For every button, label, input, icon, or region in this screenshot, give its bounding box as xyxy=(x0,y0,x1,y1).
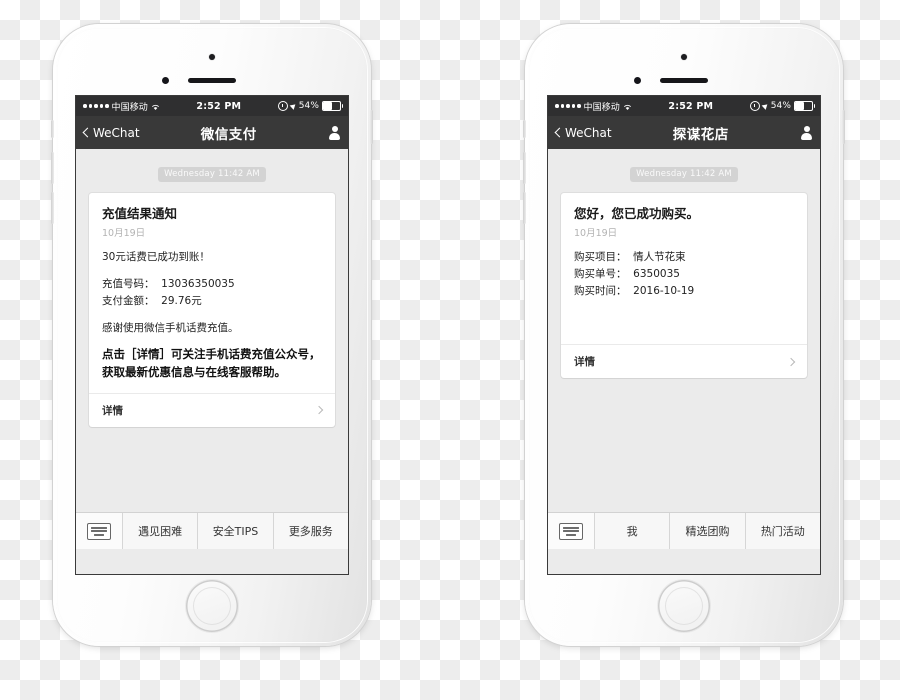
location-arrow-icon xyxy=(289,102,298,110)
battery-icon xyxy=(322,101,343,111)
wifi-icon xyxy=(151,103,160,112)
screen-left: 中国移动 2:52 PM 54% WeChat 微信支付 Wednesday 1… xyxy=(76,96,348,574)
chat-message-list: Wednesday 11:42 AM 充值结果通知 10月19日 30元话费已成… xyxy=(76,161,348,549)
message-card-date: 10月19日 xyxy=(574,228,618,240)
navigation-bar: WeChat 探谋花店 xyxy=(548,116,820,149)
location-arrow-icon xyxy=(761,102,770,110)
front-camera-icon xyxy=(209,54,215,60)
proximity-sensor-icon xyxy=(634,77,641,84)
page-title: 微信支付 xyxy=(200,126,257,143)
mute-switch[interactable] xyxy=(51,120,54,138)
message-timestamp: Wednesday 11:42 AM xyxy=(548,161,820,182)
power-button[interactable] xyxy=(370,110,373,144)
message-card-detail-link[interactable]: 详情 xyxy=(561,344,807,378)
mute-switch[interactable] xyxy=(523,120,526,138)
message-card-body: 充值结果通知 10月19日 30元话费已成功到账！ 充值号码： 13036350… xyxy=(89,193,335,393)
toolbar-item-1[interactable]: 安全TIPS xyxy=(198,513,274,549)
carrier-label: 中国移动 xyxy=(583,102,620,113)
message-card-title: 您好，您已成功购买。 xyxy=(574,205,700,221)
volume-down-button[interactable] xyxy=(51,192,54,224)
status-bar-right: 54% xyxy=(277,101,343,111)
status-bar-left: 中国移动 xyxy=(83,100,160,113)
message-card-detail-link[interactable]: 详情 xyxy=(89,392,335,427)
volume-up-button[interactable] xyxy=(523,152,526,184)
signal-strength-icon xyxy=(83,104,109,108)
signal-strength-icon xyxy=(555,104,581,108)
home-button[interactable] xyxy=(658,580,710,632)
toolbar-item-0[interactable]: 我 xyxy=(595,513,671,549)
keyboard-icon xyxy=(87,522,111,540)
message-card[interactable]: 充值结果通知 10月19日 30元话费已成功到账！ 充值号码： 13036350… xyxy=(89,192,335,427)
back-button-label: WeChat xyxy=(93,125,140,140)
message-card-title: 充值结果通知 xyxy=(102,205,178,221)
message-timestamp: Wednesday 11:42 AM xyxy=(76,161,348,182)
bottom-toolbar: 我 精选团购 热门活动 xyxy=(548,512,820,549)
battery-icon xyxy=(794,101,815,111)
back-button-label: WeChat xyxy=(565,125,612,140)
status-bar-clock: 2:52 PM xyxy=(668,100,714,112)
volume-down-button[interactable] xyxy=(523,192,526,224)
message-card-note: 点击［详情］可关注手机话费充值公众号，获取最新优惠信息与在线客服帮助。 xyxy=(102,346,321,379)
message-card-date: 10月19日 xyxy=(102,228,146,240)
message-card-body: 您好，您已成功购买。 10月19日 购买项目： 情人节花束 购买单号： 6350… xyxy=(561,193,807,345)
keyboard-toggle-button[interactable] xyxy=(548,513,595,549)
wifi-icon xyxy=(623,103,632,112)
alarm-clock-icon xyxy=(277,101,288,111)
canvas: 中国移动 2:52 PM 54% WeChat 微信支付 Wednesday 1… xyxy=(0,0,900,700)
status-bar-clock: 2:52 PM xyxy=(196,100,242,112)
chat-message-list: Wednesday 11:42 AM 您好，您已成功购买。 10月19日 购买项… xyxy=(548,161,820,549)
message-card-field: 购买时间： 2016-10-19 xyxy=(574,285,695,298)
keyboard-toggle-button[interactable] xyxy=(76,513,123,549)
keyboard-icon xyxy=(559,522,583,540)
message-card-fields: 购买项目： 情人节花束 购买单号： 6350035 购买时间： 2016-10-… xyxy=(574,249,794,300)
phone-device-right: 中国移动 2:52 PM 54% WeChat 探谋花店 Wednesday 1… xyxy=(523,24,845,646)
message-card-fields: 充值号码： 13036350035 支付金额： 29.76元 xyxy=(102,276,322,310)
message-card-summary: 30元话费已成功到账！ xyxy=(102,251,210,264)
home-button[interactable] xyxy=(186,580,238,632)
toolbar-item-1[interactable]: 精选团购 xyxy=(670,513,746,549)
earpiece-speaker xyxy=(660,78,708,83)
carrier-label: 中国移动 xyxy=(111,102,148,113)
alarm-clock-icon xyxy=(749,101,760,111)
toolbar-item-2[interactable]: 更多服务 xyxy=(274,513,348,549)
status-bar: 中国移动 2:52 PM 54% xyxy=(76,96,348,116)
message-card-thanks: 感谢使用微信手机话费充值。 xyxy=(102,321,239,334)
message-timestamp-label: Wednesday 11:42 AM xyxy=(158,166,266,182)
proximity-sensor-icon xyxy=(162,77,169,84)
message-card-detail-label: 详情 xyxy=(102,404,123,417)
page-title: 探谋花店 xyxy=(672,126,729,143)
front-camera-icon xyxy=(681,54,687,60)
toolbar-item-0[interactable]: 遇见困难 xyxy=(123,513,199,549)
message-card-field: 购买项目： 情人节花束 xyxy=(574,251,686,264)
contact-profile-button[interactable] xyxy=(318,126,340,140)
back-button[interactable]: WeChat xyxy=(82,125,140,140)
status-bar-right: 54% xyxy=(749,101,815,111)
battery-percent-label: 54% xyxy=(298,101,319,111)
contact-person-icon xyxy=(329,126,340,140)
bottom-toolbar: 遇见困难 安全TIPS 更多服务 xyxy=(76,512,348,549)
message-card-field: 支付金额： 29.76元 xyxy=(102,294,202,307)
navigation-bar: WeChat 微信支付 xyxy=(76,116,348,149)
toolbar-item-2[interactable]: 热门活动 xyxy=(746,513,820,549)
message-card-field: 充值号码： 13036350035 xyxy=(102,277,235,290)
message-timestamp-label: Wednesday 11:42 AM xyxy=(630,166,738,182)
chevron-right-icon xyxy=(786,357,796,367)
battery-percent-label: 54% xyxy=(770,101,791,111)
earpiece-speaker xyxy=(188,78,236,83)
status-bar-left: 中国移动 xyxy=(555,100,632,113)
message-card[interactable]: 您好，您已成功购买。 10月19日 购买项目： 情人节花束 购买单号： 6350… xyxy=(561,192,807,379)
status-bar: 中国移动 2:52 PM 54% xyxy=(548,96,820,116)
screen-right: 中国移动 2:52 PM 54% WeChat 探谋花店 Wednesday 1… xyxy=(548,96,820,574)
contact-profile-button[interactable] xyxy=(790,126,812,140)
chevron-right-icon xyxy=(314,405,324,415)
back-button[interactable]: WeChat xyxy=(554,125,612,140)
phone-device-left: 中国移动 2:52 PM 54% WeChat 微信支付 Wednesday 1… xyxy=(51,24,373,646)
power-button[interactable] xyxy=(842,110,845,144)
chevron-left-icon xyxy=(82,127,93,138)
message-card-detail-label: 详情 xyxy=(574,356,595,369)
message-card-field: 购买单号： 6350035 xyxy=(574,268,680,281)
chevron-left-icon xyxy=(554,127,565,138)
volume-up-button[interactable] xyxy=(51,152,54,184)
contact-person-icon xyxy=(801,126,812,140)
